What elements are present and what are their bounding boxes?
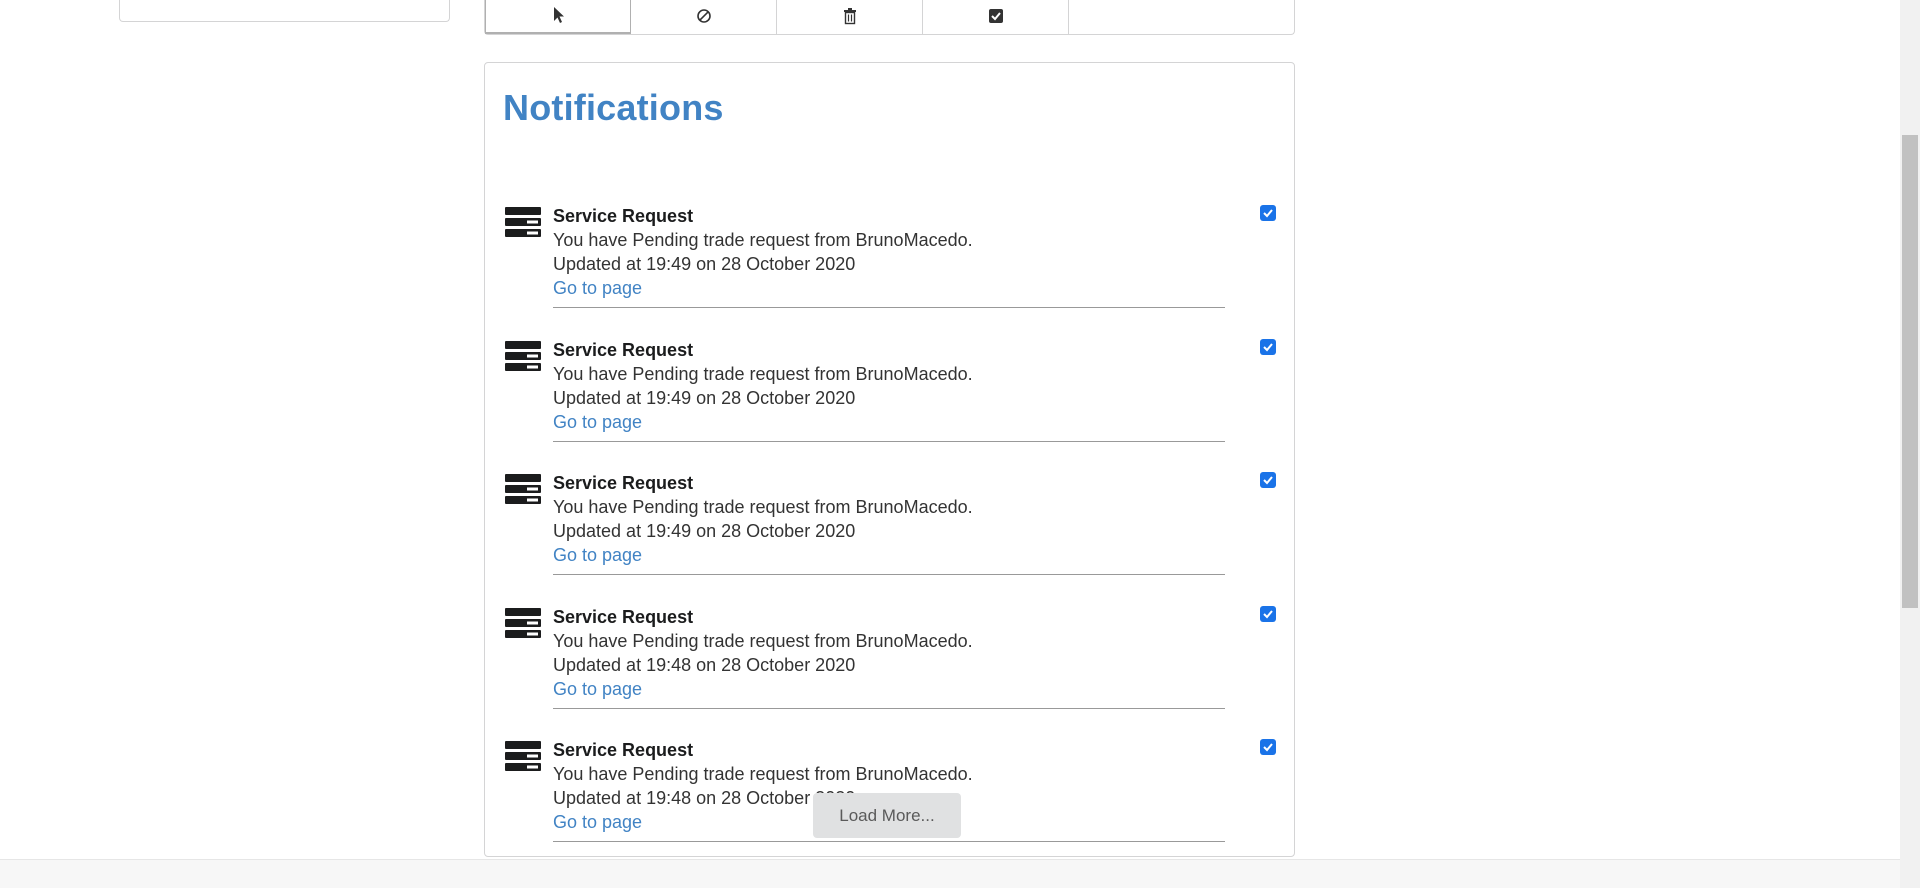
checkmark-icon [1263,743,1273,752]
checkmark-icon [1263,209,1273,218]
pointer-icon [554,7,564,23]
notification-item: Service Request You have Pending trade r… [485,333,1296,467]
notification-timestamp: Updated at 19:49 on 28 October 2020 [553,521,856,541]
footer-strip [0,859,1900,888]
notification-checkbox[interactable] [1260,739,1276,755]
scrollbar-thumb[interactable] [1902,135,1918,608]
select-tool-button[interactable] [485,0,631,34]
notification-title: Service Request [553,473,694,493]
notification-checkbox[interactable] [1260,606,1276,622]
divider [553,574,1225,575]
divider [553,841,1225,842]
go-to-page-link[interactable]: Go to page [553,545,642,566]
go-to-page-link[interactable]: Go to page [553,278,642,299]
divider [553,708,1225,709]
notification-title: Service Request [553,206,694,226]
notification-timestamp: Updated at 19:49 on 28 October 2020 [553,388,856,408]
notification-item: Service Request You have Pending trade r… [485,466,1296,600]
go-to-page-link[interactable]: Go to page [553,679,642,700]
checkmark-icon [1263,343,1273,352]
notification-message: You have Pending trade request from Brun… [553,364,973,384]
notification-message: You have Pending trade request from Brun… [553,230,973,250]
notification-title: Service Request [553,740,694,760]
left-panel [119,0,450,22]
notification-toolbar [484,0,1295,35]
page-scrollbar[interactable] [1900,0,1920,888]
go-to-page-link[interactable]: Go to page [553,812,642,833]
notification-item: Service Request You have Pending trade r… [485,199,1296,333]
select-all-tool-button[interactable] [923,0,1069,34]
notification-message: You have Pending trade request from Brun… [553,497,973,517]
load-more-button[interactable]: Load More... [813,793,961,838]
go-to-page-link[interactable]: Go to page [553,412,642,433]
page: Notifications Service Request You have P… [0,0,1920,888]
divider [553,307,1225,308]
notification-checkbox[interactable] [1260,205,1276,221]
notification-checkbox[interactable] [1260,472,1276,488]
check-square-icon [988,9,1003,23]
divider [553,441,1225,442]
notifications-card: Notifications Service Request You have P… [484,62,1295,857]
notification-message: You have Pending trade request from Brun… [553,631,973,651]
trash-icon [843,8,856,25]
server-icon [505,741,541,771]
notification-title: Service Request [553,607,694,627]
server-icon [505,608,541,638]
checkmark-icon [1263,476,1273,485]
ban-icon [696,9,711,23]
server-icon [505,207,541,237]
notification-message: You have Pending trade request from Brun… [553,764,973,784]
checkmark-icon [1263,610,1273,619]
notification-item: Service Request You have Pending trade r… [485,600,1296,734]
page-title: Notifications [503,87,724,128]
server-icon [505,341,541,371]
server-icon [505,474,541,504]
notification-timestamp: Updated at 19:48 on 28 October 2020 [553,655,856,675]
notification-timestamp: Updated at 19:49 on 28 October 2020 [553,254,856,274]
notification-timestamp: Updated at 19:48 on 28 October 2020 [553,788,856,808]
notification-checkbox[interactable] [1260,339,1276,355]
notification-title: Service Request [553,340,694,360]
mark-read-tool-button[interactable] [631,0,777,34]
delete-tool-button[interactable] [777,0,923,34]
